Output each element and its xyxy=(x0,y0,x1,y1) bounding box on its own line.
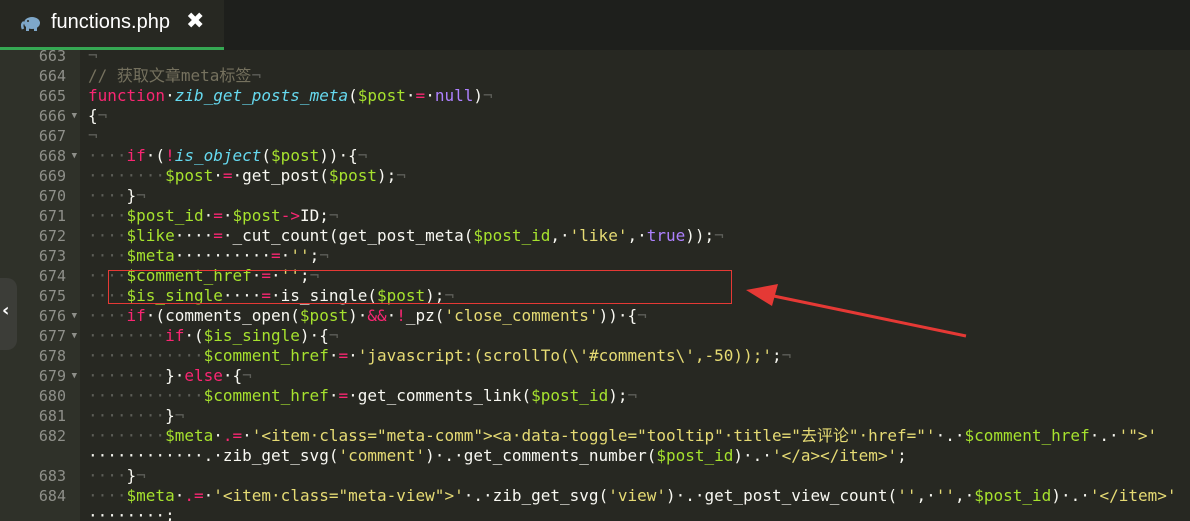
line-number: 671 xyxy=(38,207,66,225)
line-number: 670 xyxy=(38,187,66,205)
chevron-left-icon: ‹ xyxy=(2,300,10,321)
code-line[interactable]: ········if·($is_single)·{¬ xyxy=(88,326,1188,346)
line-number: 669 xyxy=(38,167,66,185)
code-area[interactable]: ¬// 获取文章meta标签¬ function·zib_get_posts_me… xyxy=(0,50,1190,521)
line-number: 668 ▼ xyxy=(38,146,77,166)
side-panel-toggle[interactable]: ‹ xyxy=(0,278,17,350)
code-line[interactable]: {¬ xyxy=(88,106,1188,126)
line-number: 664 xyxy=(38,67,66,85)
code-line[interactable]: ····$post_id·=·$post->ID;¬ xyxy=(88,206,1188,226)
code-line[interactable]: ····if·(!is_object($post))·{¬ xyxy=(88,146,1188,166)
code-line[interactable]: ············.·zib_get_svg('comment')·.·g… xyxy=(88,446,1188,466)
close-icon[interactable]: ✖ xyxy=(186,9,204,34)
line-number: 666 ▼ xyxy=(38,106,77,126)
code-line[interactable]: ········}·else·{¬ xyxy=(88,366,1188,386)
code-editor[interactable]: 663 664 665 666 ▼ 667 668 ▼ 669 670 671 672 673 674 67… xyxy=(0,50,1190,521)
tab-filename: functions.php xyxy=(51,11,170,33)
code-line[interactable]: ····$like····=·_cut_count(get_post_meta(… xyxy=(0,226,1190,246)
line-number: 678 xyxy=(38,347,66,365)
tab-functions-php[interactable]: functions.php ✖ xyxy=(0,0,224,50)
code-line[interactable]: ····$is_single····=·is_single($post);¬ xyxy=(88,286,1188,306)
line-number: 681 xyxy=(38,407,66,425)
code-line[interactable]: ············$comment_href·=·get_comments… xyxy=(88,386,1188,406)
code-line[interactable]: ········$meta·.=·'<item·class="meta-comm… xyxy=(88,426,1188,446)
line-number: 682 xyxy=(38,427,66,445)
code-line[interactable]: ····}¬ xyxy=(88,186,1188,206)
line-number: 672 xyxy=(38,227,66,245)
code-line[interactable]: ········$post·=·get_post($post);¬ xyxy=(88,166,1188,186)
code-line[interactable]: ············$comment_href·=·'javascript:… xyxy=(88,346,1188,366)
code-line[interactable]: ········; xyxy=(88,506,1188,521)
code-line[interactable]: ····}¬ xyxy=(88,466,1188,486)
fold-arrow-icon[interactable]: ▼ xyxy=(72,366,77,386)
code-line[interactable]: ¬ xyxy=(88,50,1188,66)
line-number xyxy=(0,446,80,466)
tab-bar: functions.php ✖ xyxy=(0,0,1190,50)
line-number xyxy=(0,506,80,521)
line-number: 683 xyxy=(38,467,66,485)
code-line[interactable]: function·zib_get_posts_meta($post·=·null… xyxy=(88,86,1188,106)
code-line[interactable]: ····$meta·.=·'<item·class="meta-view">'·… xyxy=(88,486,1188,506)
code-line[interactable]: ¬ xyxy=(88,126,1188,146)
line-number: 667 xyxy=(38,127,66,145)
line-number: 663 xyxy=(38,50,66,65)
fold-arrow-icon[interactable]: ▼ xyxy=(72,326,77,346)
code-line[interactable]: ····$comment_href·=·'';¬ xyxy=(88,266,1188,286)
php-elephant-icon xyxy=(20,17,40,31)
line-number: 673 xyxy=(38,247,66,265)
code-line[interactable]: ····if·(comments_open($post)·&&·!_pz('cl… xyxy=(88,306,1188,326)
line-number: 665 xyxy=(38,87,66,105)
fold-arrow-icon[interactable]: ▼ xyxy=(72,306,77,326)
annotation-arrow-icon xyxy=(746,284,967,338)
code-line[interactable]: ····$meta··········=·'';¬ xyxy=(88,246,1188,266)
fold-arrow-icon[interactable]: ▼ xyxy=(72,106,77,126)
code-line[interactable]: // 获取文章meta标签¬ xyxy=(88,66,1188,86)
line-number: 679 ▼ xyxy=(38,366,77,386)
code-line[interactable]: ········}¬ xyxy=(88,406,1188,426)
line-number: 684 xyxy=(38,487,66,505)
line-number: 680 xyxy=(38,387,66,405)
fold-arrow-icon[interactable]: ▼ xyxy=(72,146,77,166)
